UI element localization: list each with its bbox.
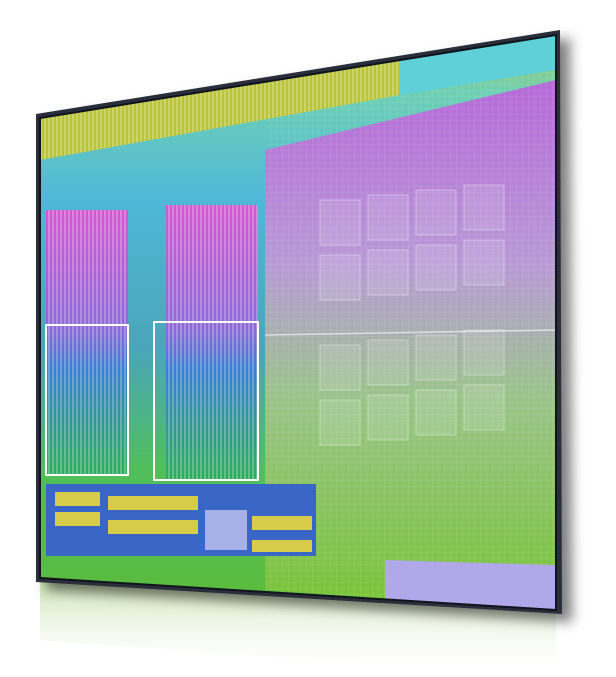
die-photo-scene	[36, 30, 562, 677]
die-surface	[40, 35, 556, 610]
